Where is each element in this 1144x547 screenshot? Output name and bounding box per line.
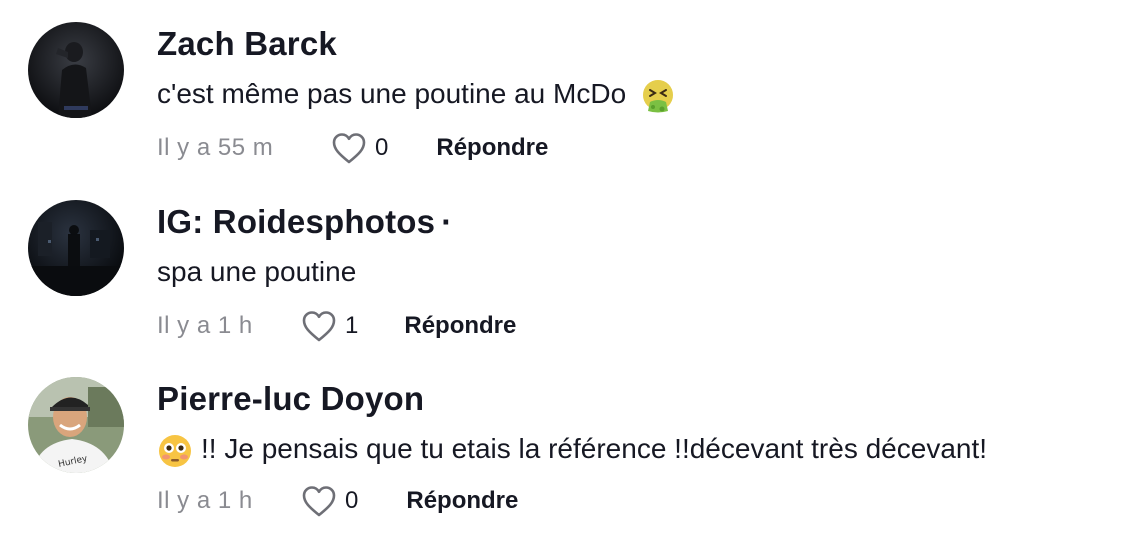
- like-button[interactable]: 1: [301, 309, 358, 343]
- comment-author[interactable]: IG: Roidesphotos ·: [157, 202, 452, 242]
- comment-time: Il y a 1 h: [157, 487, 253, 514]
- reply-button[interactable]: Répondre: [404, 312, 516, 340]
- heart-outline-icon: [332, 133, 366, 164]
- like-count: 1: [345, 312, 359, 339]
- comment-meta: Il y a 1 h 0 Répondre: [157, 483, 518, 519]
- flushed-face-icon: [157, 433, 193, 469]
- comment-author-name: IG: Roidesphotos: [157, 203, 436, 240]
- avatar[interactable]: [28, 200, 124, 296]
- comment-text: spa une poutine: [157, 256, 357, 287]
- reply-button[interactable]: Répondre: [436, 134, 548, 162]
- avatar[interactable]: [28, 22, 124, 118]
- comment-meta: Il y a 55 m 0 Répondre: [157, 130, 548, 166]
- heart-outline-icon: [302, 311, 336, 342]
- author-separator-dot: ·: [441, 203, 453, 240]
- comment-text: !! Je pensais que tu etais la référence …: [157, 431, 987, 469]
- comment-author[interactable]: Zach Barck: [157, 24, 337, 64]
- comment-text: c'est même pas une poutine au McDo: [157, 76, 676, 114]
- comment-item: Zach Barck c'est même pas une poutine au…: [0, 22, 1144, 192]
- avatar-image: Hurley: [28, 377, 124, 473]
- comment-item: IG: Roidesphotos · spa une poutine Il y a…: [0, 200, 1144, 370]
- heart-outline-icon: [302, 486, 336, 517]
- like-button[interactable]: 0: [301, 484, 358, 518]
- comment-time: Il y a 55 m: [157, 134, 274, 161]
- comment-item: Hurley Pierre-luc Doyon !! Je pensais qu…: [0, 377, 1144, 547]
- comment-time: Il y a 1 h: [157, 312, 253, 339]
- like-button[interactable]: 0: [331, 131, 388, 165]
- reply-button[interactable]: Répondre: [406, 487, 518, 515]
- nauseated-face-icon: [640, 78, 676, 114]
- avatar-image: [28, 200, 124, 296]
- comment-meta: Il y a 1 h 1 Répondre: [157, 308, 516, 344]
- like-count: 0: [345, 487, 359, 514]
- like-count: 0: [375, 134, 389, 161]
- comment-author[interactable]: Pierre-luc Doyon: [157, 379, 424, 419]
- avatar-image: [28, 22, 124, 118]
- avatar[interactable]: Hurley: [28, 377, 124, 473]
